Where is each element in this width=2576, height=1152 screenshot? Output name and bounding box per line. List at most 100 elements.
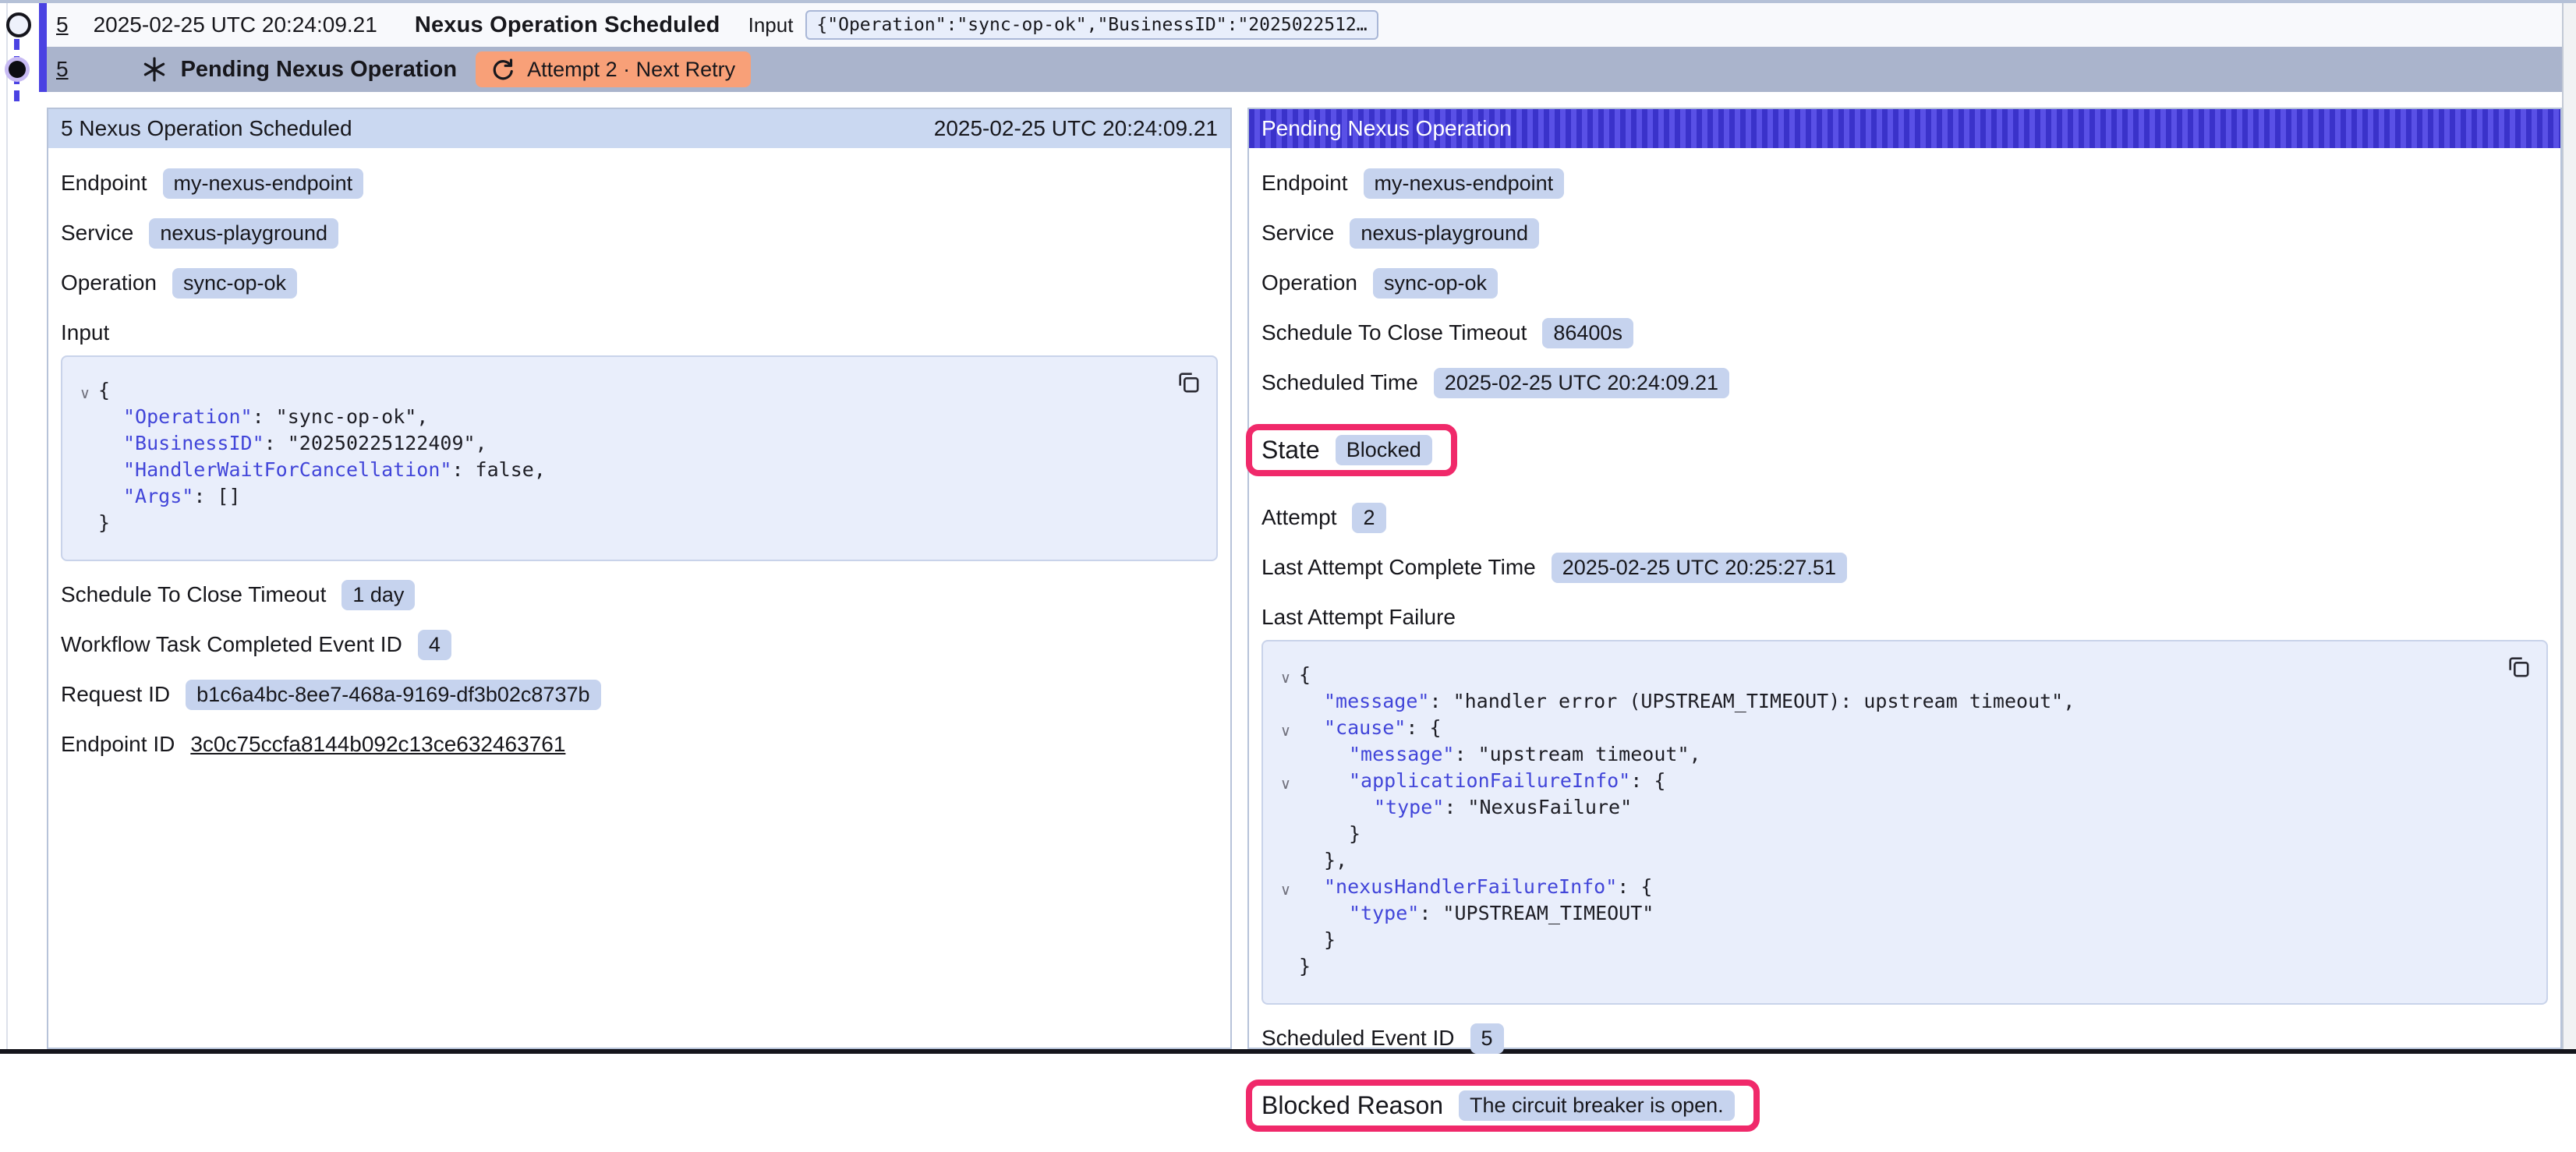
event-timestamp: 2025-02-25 UTC 20:24:09.21 bbox=[94, 12, 377, 37]
field-row-service: Service nexus-playground bbox=[1261, 217, 2548, 249]
code-line: "message": "handler error (UPSTREAM_TIME… bbox=[1272, 688, 2531, 715]
timeline-gutter bbox=[0, 3, 47, 1049]
selected-event-bar bbox=[39, 3, 47, 92]
asterisk-icon bbox=[142, 57, 167, 82]
code-line: "type": "UPSTREAM_TIMEOUT" bbox=[1272, 900, 2531, 927]
code-gutter bbox=[1272, 903, 1299, 930]
field-value-chip: my-nexus-endpoint bbox=[1364, 168, 1565, 199]
code-gutter bbox=[72, 433, 98, 460]
field-value-chip: 2 bbox=[1352, 503, 1385, 533]
retry-status-badge: Attempt 2 · Next Retry bbox=[476, 51, 751, 87]
field-label: Operation bbox=[1261, 270, 1357, 295]
event-detail-header-time: 2025-02-25 UTC 20:24:09.21 bbox=[934, 116, 1218, 141]
pending-operation-row[interactable]: 5 Pending Nexus Operation Attempt 2 · Ne… bbox=[47, 47, 2562, 92]
field-label: State bbox=[1261, 436, 1320, 465]
pending-event-id-link[interactable]: 5 bbox=[56, 57, 69, 82]
code-gutter bbox=[1272, 956, 1299, 983]
field-value-chip: 86400s bbox=[1542, 318, 1633, 348]
code-line: "BusinessID": "20250225122409", bbox=[72, 430, 1201, 457]
code-line: ∨"applicationFailureInfo": { bbox=[1272, 768, 2531, 794]
field-value-chip: 5 bbox=[1470, 1023, 1504, 1054]
code-gutter bbox=[1272, 691, 1299, 718]
event-detail-header-title: 5 Nexus Operation Scheduled bbox=[61, 116, 352, 141]
event-detail-header: 5 Nexus Operation Scheduled 2025-02-25 U… bbox=[48, 109, 1230, 148]
field-label: Workflow Task Completed Event ID bbox=[61, 632, 402, 657]
field-value-chip: nexus-playground bbox=[149, 218, 338, 249]
field-row-endpoint-id: Endpoint ID 3c0c75ccfa8144b092c13ce63246… bbox=[61, 728, 1218, 761]
code-line: "message": "upstream timeout", bbox=[1272, 741, 2531, 768]
field-row-request-id: Request ID b1c6a4bc-8ee7-468a-9169-df3b0… bbox=[61, 678, 1218, 711]
blocked-reason-value-chip: The circuit breaker is open. bbox=[1459, 1090, 1735, 1121]
copy-icon[interactable] bbox=[2504, 652, 2532, 680]
timeline-open-circle-icon bbox=[6, 12, 31, 37]
field-label: Attempt bbox=[1261, 505, 1336, 530]
pending-operation-header-title: Pending Nexus Operation bbox=[1261, 116, 1512, 141]
code-gutter bbox=[72, 407, 98, 433]
blocked-reason-highlight-annotation: Blocked Reason The circuit breaker is op… bbox=[1246, 1080, 1760, 1132]
field-row-operation: Operation sync-op-ok bbox=[1261, 267, 2548, 299]
vertical-scrollbar[interactable] bbox=[2562, 3, 2576, 1049]
field-row-endpoint: Endpoint my-nexus-endpoint bbox=[61, 167, 1218, 200]
event-input-preview: {"Operation":"sync-op-ok","BusinessID":"… bbox=[805, 10, 1378, 40]
field-value-chip: my-nexus-endpoint bbox=[163, 168, 364, 199]
code-gutter bbox=[72, 513, 98, 539]
code-gutter bbox=[1272, 744, 1299, 771]
field-value-chip: nexus-playground bbox=[1350, 218, 1539, 249]
code-line: "Args": [] bbox=[72, 483, 1201, 510]
detail-panels: 5 Nexus Operation Scheduled 2025-02-25 U… bbox=[47, 92, 2562, 1049]
pending-operation-panel: Pending Nexus Operation Endpoint my-nexu… bbox=[1247, 108, 2562, 1049]
code-line: }, bbox=[1272, 847, 2531, 874]
copy-icon[interactable] bbox=[1174, 368, 1202, 396]
field-label: Request ID bbox=[61, 682, 170, 707]
field-label: Scheduled Event ID bbox=[1261, 1026, 1455, 1051]
code-line: } bbox=[1272, 821, 2531, 847]
code-gutter bbox=[1272, 824, 1299, 850]
event-type-title: Nexus Operation Scheduled bbox=[415, 12, 720, 38]
pending-operation-body: Endpoint my-nexus-endpoint Service nexus… bbox=[1249, 148, 2560, 1152]
field-row-service: Service nexus-playground bbox=[61, 217, 1218, 249]
content-column: 5 2025-02-25 UTC 20:24:09.21 Nexus Opera… bbox=[47, 3, 2562, 1049]
event-summary-row[interactable]: 5 2025-02-25 UTC 20:24:09.21 Nexus Opera… bbox=[47, 3, 2562, 47]
code-gutter bbox=[1272, 797, 1299, 824]
field-label: Endpoint bbox=[61, 171, 147, 196]
code-line: "HandlerWaitForCancellation": false, bbox=[72, 457, 1201, 483]
field-row-workflow-task-completed-event-id: Workflow Task Completed Event ID 4 bbox=[61, 628, 1218, 661]
field-label: Input bbox=[61, 320, 109, 345]
code-line: "Operation": "sync-op-ok", bbox=[72, 404, 1201, 430]
field-row-input: Input bbox=[61, 316, 1218, 349]
code-gutter bbox=[72, 460, 98, 486]
collapse-chevron-icon[interactable]: ∨ bbox=[1272, 665, 1299, 691]
pending-operation-title: Pending Nexus Operation bbox=[181, 57, 458, 83]
collapse-chevron-icon[interactable]: ∨ bbox=[1272, 771, 1299, 797]
field-row-last-attempt-complete-time: Last Attempt Complete Time 2025-02-25 UT… bbox=[1261, 551, 2548, 584]
state-highlight-annotation: State Blocked bbox=[1246, 424, 1457, 476]
code-line: ∨"nexusHandlerFailureInfo": { bbox=[1272, 874, 2531, 900]
code-gutter bbox=[1272, 930, 1299, 956]
field-row-operation: Operation sync-op-ok bbox=[61, 267, 1218, 299]
field-row-last-attempt-failure: Last Attempt Failure bbox=[1261, 601, 2548, 634]
collapse-chevron-icon[interactable]: ∨ bbox=[1272, 718, 1299, 744]
field-value-chip: 4 bbox=[418, 630, 451, 660]
field-value-chip: sync-op-ok bbox=[172, 268, 297, 299]
code-line: } bbox=[1272, 927, 2531, 953]
event-detail-panel: 5 Nexus Operation Scheduled 2025-02-25 U… bbox=[47, 108, 1232, 1049]
app-frame: 5 2025-02-25 UTC 20:24:09.21 Nexus Opera… bbox=[0, 0, 2576, 1049]
field-label: Service bbox=[61, 221, 133, 246]
collapse-chevron-icon[interactable]: ∨ bbox=[1272, 877, 1299, 903]
collapse-chevron-icon[interactable]: ∨ bbox=[72, 380, 98, 407]
event-id-link[interactable]: 5 bbox=[56, 12, 69, 37]
event-input-label: Input bbox=[748, 13, 794, 37]
field-row-endpoint: Endpoint my-nexus-endpoint bbox=[1261, 167, 2548, 200]
state-value-chip: Blocked bbox=[1336, 435, 1432, 465]
retry-icon bbox=[491, 58, 515, 81]
pending-operation-header: Pending Nexus Operation bbox=[1249, 109, 2560, 148]
retry-badge-label: Attempt 2 · Next Retry bbox=[527, 58, 735, 82]
field-row-scheduled-event-id: Scheduled Event ID 5 bbox=[1261, 1022, 2548, 1055]
field-label: Endpoint bbox=[1261, 171, 1348, 196]
field-label: Schedule To Close Timeout bbox=[1261, 320, 1527, 345]
endpoint-id-link[interactable]: 3c0c75ccfa8144b092c13ce632463761 bbox=[190, 732, 565, 757]
code-line: } bbox=[1272, 953, 2531, 980]
field-label: Operation bbox=[61, 270, 157, 295]
code-line: ∨{ bbox=[72, 377, 1201, 404]
field-row-schedule-to-close-timeout: Schedule To Close Timeout 1 day bbox=[61, 578, 1218, 611]
